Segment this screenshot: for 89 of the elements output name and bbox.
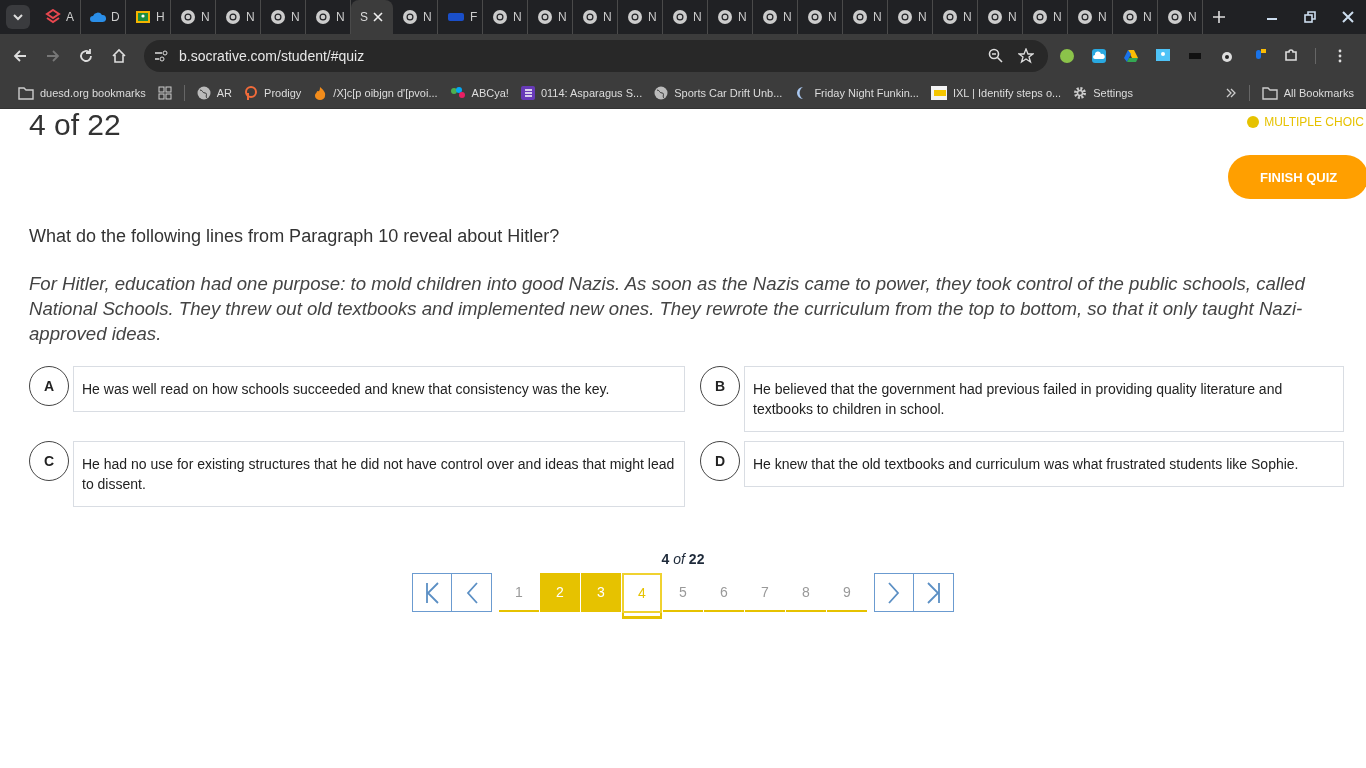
fire-icon	[313, 86, 328, 100]
list-icon	[520, 86, 535, 100]
chrome-icon	[717, 9, 733, 25]
cloud-icon[interactable]	[1091, 48, 1107, 64]
chrome-icon	[987, 9, 1003, 25]
close-icon[interactable]	[373, 12, 383, 22]
answer-option[interactable]: He believed that the government had previous failed in providing quality literature and textbooks to children in school.	[744, 366, 1344, 432]
chrome-icon	[942, 9, 958, 25]
chrome-icon	[627, 9, 643, 25]
home-icon[interactable]	[111, 48, 127, 64]
folder-icon	[1261, 86, 1278, 100]
chrome-icon	[762, 9, 778, 25]
grid-icon	[157, 86, 172, 100]
next-page-button[interactable]	[874, 573, 914, 612]
chevron-down-icon	[12, 11, 24, 23]
address-bar[interactable]: b.socrative.com/student/#quiz	[144, 40, 1048, 72]
forward-icon[interactable]	[45, 48, 61, 64]
bookmark[interactable]: /X]c[p oibjgn d'[pvoi...	[313, 86, 438, 100]
globe-icon	[654, 86, 669, 100]
extension-icon[interactable]	[1059, 48, 1075, 64]
extension-icon[interactable]	[1155, 48, 1171, 64]
tab-search-button[interactable]	[6, 5, 30, 29]
logo-icon	[449, 86, 466, 100]
chrome-icon	[897, 9, 913, 25]
close-icon[interactable]	[1342, 11, 1354, 23]
first-page-icon	[424, 581, 440, 604]
chrome-icon	[492, 9, 508, 25]
answer-option[interactable]: He was well read on how schools succeeded and knew that consistency was the key.	[73, 366, 685, 412]
last-page-button[interactable]	[914, 573, 954, 612]
zoom-icon[interactable]	[988, 48, 1004, 64]
chrome-icon	[225, 9, 241, 25]
answer-letter-button[interactable]: B	[700, 366, 740, 406]
last-page-icon	[925, 581, 942, 604]
chrome-icon	[315, 9, 331, 25]
logo-icon	[447, 11, 465, 23]
bookmark[interactable]: Friday Night Funkin...	[794, 86, 919, 100]
bookmark[interactable]: 0114: Asparagus S...	[520, 86, 643, 100]
bookmark[interactable]: All Bookmarks	[1261, 86, 1354, 100]
reload-icon[interactable]	[78, 48, 94, 64]
chrome-icon	[180, 9, 196, 25]
folder-icon	[18, 86, 34, 100]
browser-tab[interactable]: S	[351, 0, 393, 34]
bookmark[interactable]: Settings	[1073, 86, 1133, 100]
new-tab-icon[interactable]	[1213, 11, 1225, 23]
globe-icon	[196, 86, 211, 100]
logo-icon	[45, 9, 61, 25]
bookmark[interactable]: Prodigy	[244, 86, 302, 100]
back-icon[interactable]	[12, 48, 28, 64]
gear-icon	[1073, 86, 1088, 100]
classroom-icon	[135, 9, 151, 25]
chrome-icon	[537, 9, 553, 25]
previous-page-button[interactable]	[452, 573, 492, 612]
bookmark[interactable]: IXL | Identify steps o...	[930, 86, 1062, 100]
chrome-icon	[402, 9, 418, 25]
passage-text: For Hitler, education had one purpose: to mold children into good Nazis. As soon as the Nazis came to power, they took control of the public schools, called National Schools. They threw out old textbooks and implemented new ones. They rewrote the curriculum from the top to bottom, so that it only taught Nazi-approved ideas.	[29, 272, 1307, 346]
bookmark[interactable]	[157, 86, 172, 100]
bookmark[interactable]: Sports Car Drift Unb...	[654, 86, 783, 100]
page-counter: 4 of 22	[661, 551, 705, 567]
chevron-right-icon	[888, 581, 900, 604]
answer-option[interactable]: He knew that the old textbooks and curriculum was what frustrated students like Sophie.	[744, 441, 1344, 487]
chevron-left-icon	[465, 581, 478, 604]
star-icon[interactable]	[1018, 48, 1034, 64]
first-page-button[interactable]	[412, 573, 452, 612]
answer-option[interactable]: He had no use for existing structures that he did not have control over and ideas that might lead to dissent.	[73, 441, 685, 507]
logo-icon	[930, 86, 947, 100]
question-counter: 4 of 22	[29, 109, 121, 141]
chrome-icon	[1032, 9, 1048, 25]
bookmark[interactable]: AR	[196, 86, 233, 100]
puzzle-icon[interactable]	[1283, 48, 1299, 64]
site-settings-icon[interactable]	[153, 48, 169, 64]
bookmark[interactable]: ABCya!	[449, 86, 509, 100]
bookmark[interactable]: duesd.org bookmarks	[18, 86, 146, 100]
chrome-icon	[582, 9, 598, 25]
answer-letter-button[interactable]: D	[700, 441, 740, 481]
chrome-icon	[852, 9, 868, 25]
question-type: MULTIPLE CHOIC	[1247, 115, 1364, 129]
chrome-icon	[270, 9, 286, 25]
chrome-icon	[1122, 9, 1138, 25]
chrome-icon	[807, 9, 823, 25]
logo-icon	[244, 86, 259, 100]
chrome-icon	[1077, 9, 1093, 25]
question-text: What do the following lines from Paragraph 10 reveal about Hitler?	[29, 226, 561, 247]
answer-letter-button[interactable]: C	[29, 441, 69, 481]
restore-icon[interactable]	[1304, 11, 1316, 23]
chrome-icon	[672, 9, 688, 25]
answer-letter-button[interactable]: A	[29, 366, 69, 406]
chevron-double-right-icon[interactable]	[1224, 87, 1237, 99]
chrome-icon	[1167, 9, 1183, 25]
drive-icon[interactable]	[1123, 48, 1139, 64]
